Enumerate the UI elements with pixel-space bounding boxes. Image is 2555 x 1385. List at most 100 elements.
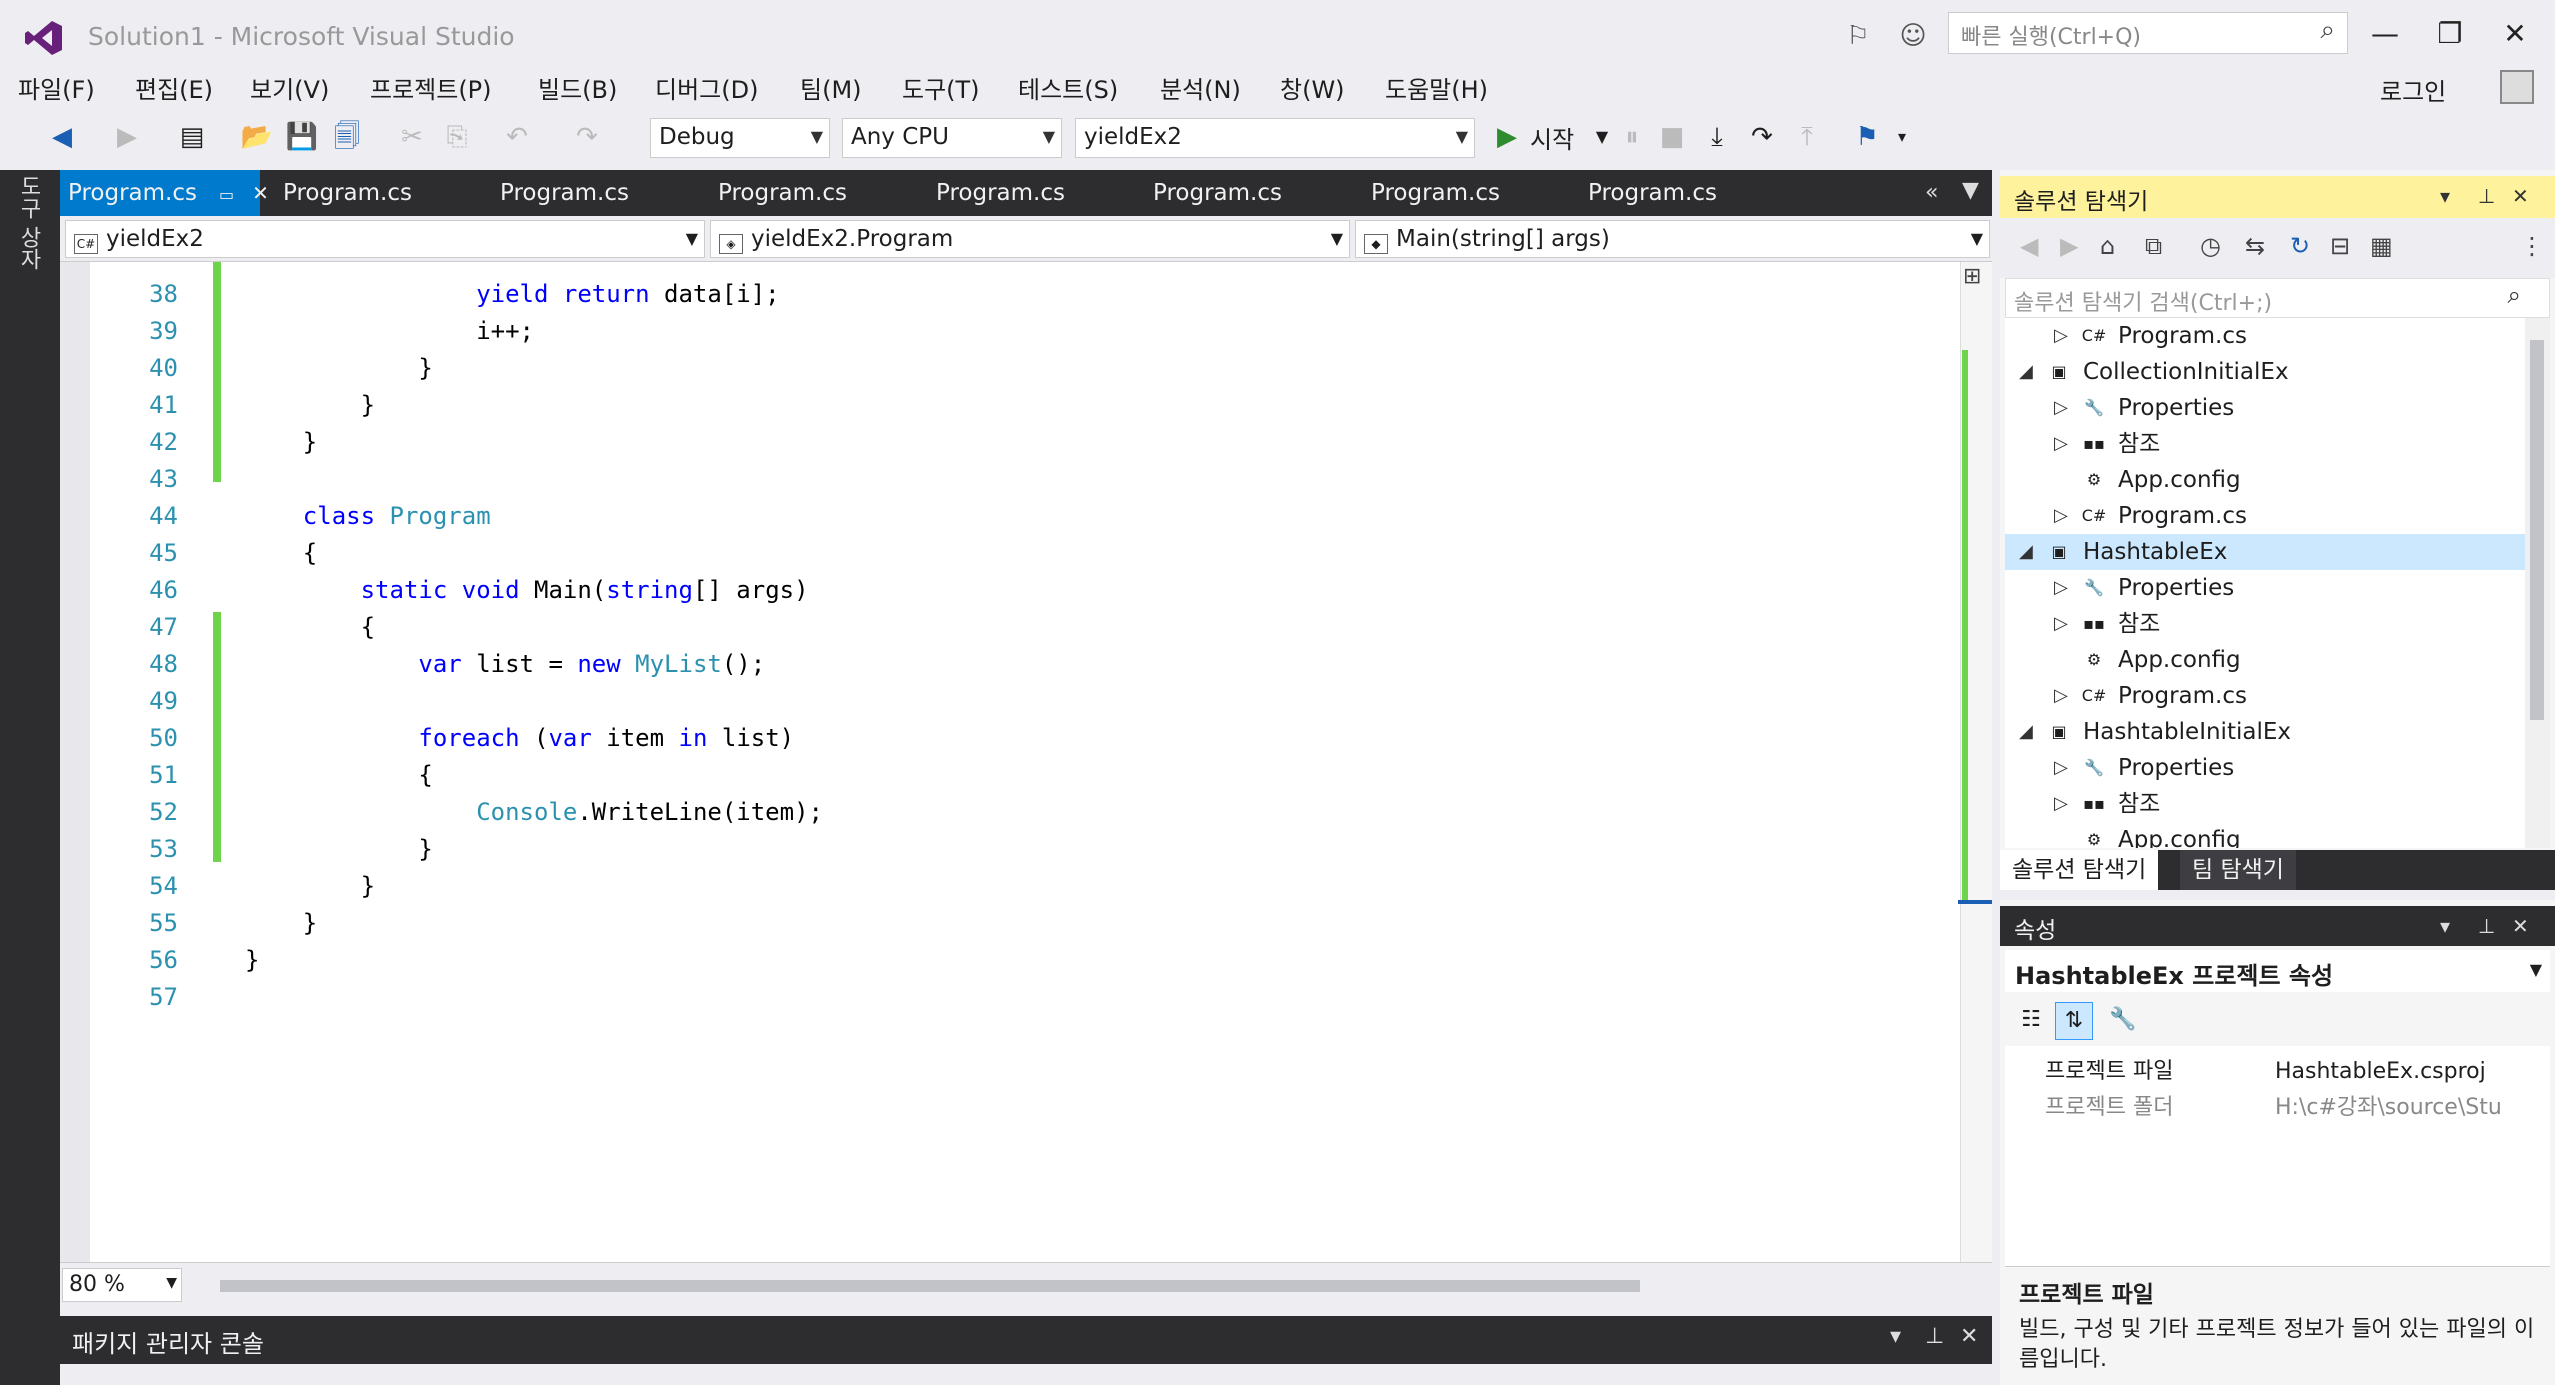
search-icon[interactable]: ⌕	[2508, 281, 2521, 309]
pin-icon[interactable]: ⊥	[2478, 184, 2495, 208]
back-icon[interactable]: ◀	[2020, 232, 2038, 260]
account-icon[interactable]	[2500, 70, 2534, 104]
tree-item[interactable]: ▷ ▪▪ 참조	[2005, 606, 2525, 642]
tree-item[interactable]: ▷ C# Program.cs	[2005, 498, 2525, 534]
tab-program-cs[interactable]: Program.cs	[275, 170, 475, 216]
solution-configuration-select[interactable]: Debug ▼	[650, 118, 830, 158]
expand-arrow-icon[interactable]: ▷	[2054, 786, 2068, 822]
toolbar-options-icon[interactable]: ▾	[1885, 120, 1919, 154]
zoom-level-select[interactable]: 80 % ▼	[62, 1268, 182, 1302]
sync-with-active-document-icon[interactable]: ⇆	[2245, 232, 2265, 260]
new-project-icon[interactable]: ▤	[175, 120, 209, 154]
chevron-down-icon[interactable]: ▼	[1585, 120, 1619, 154]
feedback-icon[interactable]: ☺	[1895, 18, 1931, 54]
expand-arrow-icon[interactable]: ▷	[2054, 606, 2068, 642]
member-dropdown[interactable]: ◆ Main(string[] args) ▼	[1355, 220, 1990, 258]
expand-arrow-icon[interactable]: ▷	[2054, 426, 2068, 462]
code-line[interactable]: static void Main(string[] args)	[245, 576, 809, 604]
code-line[interactable]: Console.WriteLine(item);	[245, 798, 823, 826]
collapse-arrow-icon[interactable]: ◢	[2019, 714, 2033, 750]
tab-program-cs[interactable]: Program.cs	[1363, 170, 1563, 216]
tab-program-cs[interactable]: Program.cs	[1580, 170, 1780, 216]
package-manager-console-bar[interactable]	[60, 1316, 1992, 1364]
pane-options-icon[interactable]: ▾	[2440, 184, 2450, 208]
menu-test[interactable]: 테스트(S)	[1018, 70, 1118, 105]
tab-team-explorer[interactable]: 팀 탐색기	[2180, 850, 2296, 890]
save-icon[interactable]: 💾	[285, 120, 319, 154]
tab-solution-explorer[interactable]: 솔루션 탐색기	[2000, 850, 2159, 890]
menu-tools[interactable]: 도구(T)	[902, 70, 980, 105]
menu-debug[interactable]: 디버그(D)	[655, 70, 758, 105]
tree-item[interactable]: ▷ 🔧 Properties	[2005, 750, 2525, 786]
tree-item[interactable]: ⚙ App.config	[2005, 822, 2525, 848]
step-out-icon[interactable]: ⤒	[1790, 120, 1824, 154]
code-line[interactable]: }	[245, 391, 375, 419]
login-link[interactable]: 로그인	[2380, 72, 2446, 107]
solution-platform-select[interactable]: Any CPU ▼	[842, 118, 1062, 158]
code-line[interactable]: }	[245, 428, 317, 456]
expand-arrow-icon[interactable]: ▷	[2054, 390, 2068, 426]
menu-build[interactable]: 빌드(B)	[538, 70, 617, 105]
property-pages-wrench-icon[interactable]: 🔧	[2105, 1002, 2141, 1038]
code-line[interactable]: }	[245, 946, 259, 974]
navigate-back-icon[interactable]: ◀	[45, 120, 79, 154]
menu-window[interactable]: 창(W)	[1280, 70, 1345, 105]
properties-object-select[interactable]: HashtableEx 프로젝트 속성 ▼	[2005, 950, 2550, 992]
open-file-icon[interactable]: 📂	[240, 120, 274, 154]
pin-icon[interactable]: ⊥	[1925, 1324, 1944, 1349]
collapse-arrow-icon[interactable]: ◢	[2019, 354, 2033, 390]
step-into-icon[interactable]: ⤓	[1700, 120, 1734, 154]
cut-icon[interactable]: ✂	[395, 120, 429, 154]
tree-item[interactable]: ▷ 🔧 Properties	[2005, 570, 2525, 606]
switch-views-icon[interactable]: ⧉	[2145, 232, 2162, 260]
undo-icon[interactable]: ↶	[500, 120, 534, 154]
scroll-tabs-icon[interactable]: «	[1925, 180, 1938, 205]
pause-icon[interactable]: ⏸	[1615, 120, 1649, 154]
pane-options-icon[interactable]: ▾	[2440, 914, 2450, 938]
split-window-icon[interactable]: ⊞	[1963, 264, 1981, 289]
pin-icon[interactable]: ▭	[219, 185, 234, 204]
forward-icon[interactable]: ▶	[2060, 232, 2078, 260]
minimize-button[interactable]: —	[2360, 14, 2410, 54]
copy-icon[interactable]: ⎘	[440, 120, 474, 154]
show-all-files-icon[interactable]: ▦	[2370, 232, 2393, 260]
code-line[interactable]: i++;	[245, 317, 534, 345]
solution-explorer-search-input[interactable]: 솔루션 탐색기 검색(Ctrl+;) ⌕	[2005, 278, 2550, 318]
notifications-flag-icon[interactable]: ⚐	[1840, 18, 1876, 54]
menu-help[interactable]: 도움말(H)	[1385, 70, 1488, 105]
tab-list-dropdown-icon[interactable]: ▼	[1962, 178, 1979, 203]
close-icon[interactable]: ✕	[252, 181, 269, 205]
code-line[interactable]: foreach (var item in list)	[245, 724, 794, 752]
startup-project-select[interactable]: yieldEx2 ▼	[1075, 118, 1475, 158]
code-line[interactable]: }	[245, 835, 432, 863]
tab-program-cs[interactable]: Program.cs	[928, 170, 1128, 216]
horizontal-scroll-thumb[interactable]	[220, 1280, 1640, 1292]
close-icon[interactable]: ✕	[2512, 914, 2529, 938]
expand-arrow-icon[interactable]: ▷	[2054, 678, 2068, 714]
code-line[interactable]: yield return data[i];	[245, 280, 779, 308]
close-icon[interactable]: ✕	[1960, 1324, 1978, 1349]
tree-item[interactable]: ▷ ▪▪ 참조	[2005, 786, 2525, 822]
project-dropdown[interactable]: C# yieldEx2 ▼	[65, 220, 705, 258]
tree-item[interactable]: ⚙ App.config	[2005, 642, 2525, 678]
tree-item[interactable]: ◢ ▣ HashtableEx	[2005, 534, 2525, 570]
menu-team[interactable]: 팀(M)	[800, 70, 862, 105]
expand-arrow-icon[interactable]: ▷	[2054, 570, 2068, 606]
code-line[interactable]: {	[245, 761, 432, 789]
tab-program-cs-active[interactable]: Program.cs ▭ ✕	[60, 170, 269, 216]
find-in-files-icon[interactable]: ⚑	[1850, 120, 1884, 154]
maximize-button[interactable]: ❐	[2425, 14, 2475, 54]
pending-changes-filter-icon[interactable]: ◷	[2200, 232, 2221, 260]
quick-launch-input[interactable]: 빠른 실행(Ctrl+Q) ⌕	[1948, 12, 2348, 54]
code-line[interactable]: var list = new MyList();	[245, 650, 765, 678]
alphabetical-sort-icon[interactable]: ⇅	[2055, 1002, 2093, 1040]
code-line[interactable]: {	[245, 539, 317, 567]
navigate-forward-icon[interactable]: ▶	[110, 120, 144, 154]
stop-icon[interactable]: ■	[1655, 120, 1689, 154]
tree-item[interactable]: ▷ C# Program.cs	[2005, 318, 2525, 354]
property-row[interactable]: 프로젝트 파일 HashtableEx.csproj	[2005, 1054, 2550, 1090]
tab-program-cs[interactable]: Program.cs	[1145, 170, 1345, 216]
menu-view[interactable]: 보기(V)	[250, 70, 329, 105]
tree-item[interactable]: ◢ ▣ CollectionInitialEx	[2005, 354, 2525, 390]
property-row[interactable]: 프로젝트 폴더 H:\c#강좌\source\Stu	[2005, 1090, 2550, 1126]
